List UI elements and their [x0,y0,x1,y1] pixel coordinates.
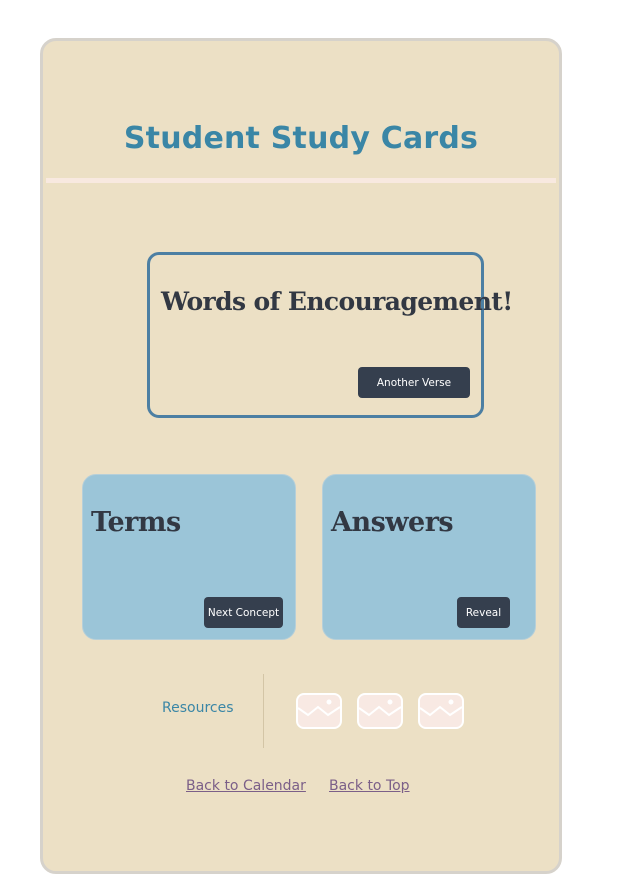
reveal-button[interactable]: Reveal [457,597,510,628]
resources-label: Resources [162,700,234,716]
verse-card: Words of Encouragement! Another Verse [147,252,513,418]
back-to-calendar-link[interactable]: Back to Calendar [186,778,306,794]
image-placeholder-icon [298,699,340,717]
next-concept-button[interactable]: Next Concept [204,597,283,628]
back-to-top-link[interactable]: Back to Top [329,778,410,794]
resources-divider [263,674,264,748]
answers-heading: Answers [331,507,454,538]
terms-heading: Terms [91,507,181,538]
another-verse-button[interactable]: Another Verse [358,367,470,398]
answers-card: Answers Reveal [322,474,536,640]
image-placeholder-icon [420,699,462,717]
verse-heading: Words of Encouragement! [161,287,513,316]
page-title: Student Study Cards [123,121,479,156]
resource-thumbnail-3[interactable] [418,693,464,729]
page-card: Student Study Cards Words of Encourageme… [40,38,562,874]
title-divider [46,178,556,183]
resource-thumbnail-1[interactable] [296,693,342,729]
terms-card: Terms Next Concept [82,474,296,640]
resource-thumbnail-2[interactable] [357,693,403,729]
image-placeholder-icon [359,699,401,717]
